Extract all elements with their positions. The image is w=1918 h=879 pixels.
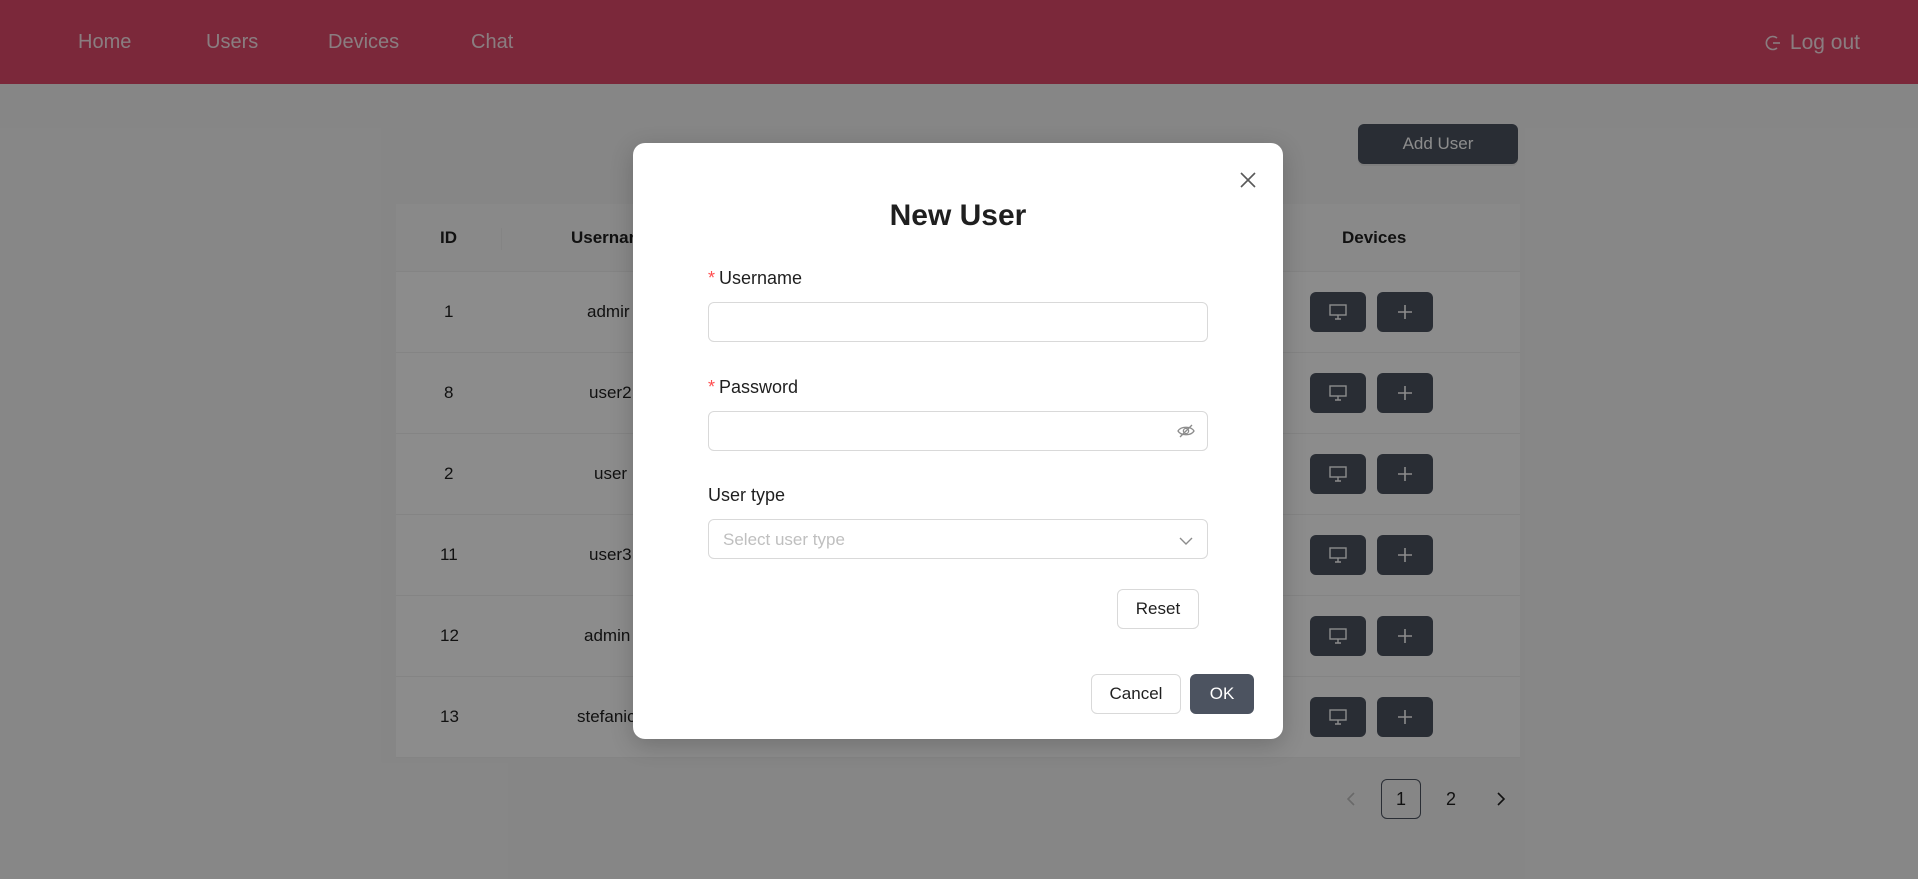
eye-invisible-icon[interactable] xyxy=(1177,422,1195,445)
reset-button[interactable]: Reset xyxy=(1117,589,1199,629)
new-user-modal: New User * Username * Password User type S… xyxy=(633,143,1283,739)
close-icon xyxy=(1240,172,1256,188)
username-field[interactable] xyxy=(708,302,1208,342)
chevron-down-icon xyxy=(1179,533,1193,551)
cancel-button[interactable]: Cancel xyxy=(1091,674,1181,714)
required-asterisk: * xyxy=(708,268,716,288)
username-input[interactable] xyxy=(709,303,1207,341)
user-type-placeholder: Select user type xyxy=(723,530,845,549)
close-modal-button[interactable] xyxy=(1235,167,1261,193)
user-type-label: User type xyxy=(708,485,786,505)
modal-title: New User xyxy=(889,199,1027,232)
password-label: * Password xyxy=(708,377,799,397)
username-label: * Username xyxy=(708,268,803,288)
required-asterisk: * xyxy=(708,377,716,397)
password-input[interactable] xyxy=(709,412,1207,450)
user-type-select[interactable]: Select user type xyxy=(708,519,1208,559)
ok-button[interactable]: OK xyxy=(1190,674,1254,714)
password-field[interactable] xyxy=(708,411,1208,451)
